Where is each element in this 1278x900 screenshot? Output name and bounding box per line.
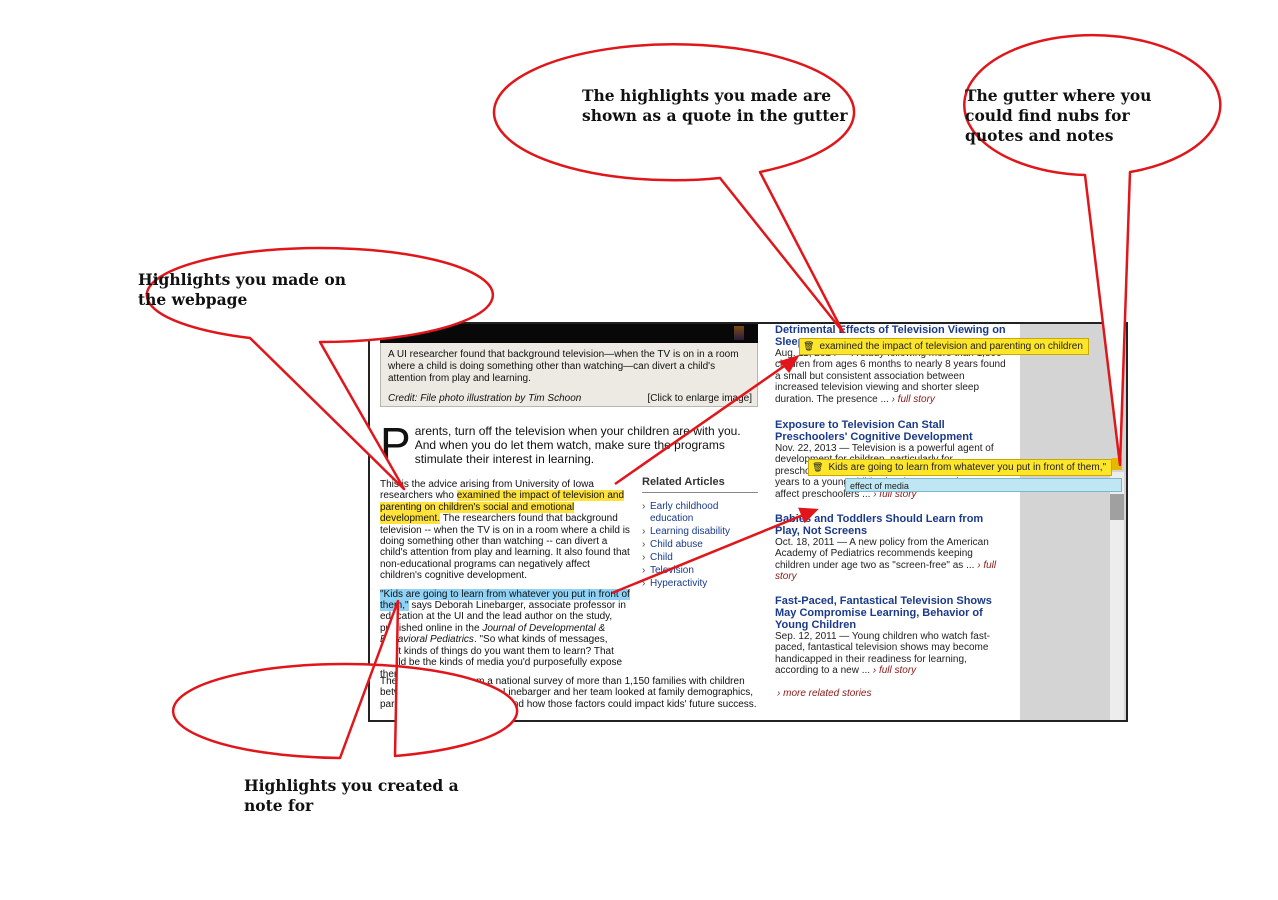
callout-text-top-right: The gutter where you could find nubs for… xyxy=(965,86,1152,145)
callout-bubble-bottom xyxy=(171,599,519,760)
arrow-to-gutter-quote xyxy=(614,360,791,486)
callout-text-bottom: Highlights you created a note for xyxy=(244,776,459,815)
arrow-head xyxy=(778,354,800,374)
arrow-to-gutter-note xyxy=(611,511,809,595)
arrow-head xyxy=(798,507,819,524)
callout-text-top-center: The highlights you made are shown as a q… xyxy=(582,86,848,125)
callout-text-left: Highlights you made on the webpage xyxy=(138,270,346,309)
